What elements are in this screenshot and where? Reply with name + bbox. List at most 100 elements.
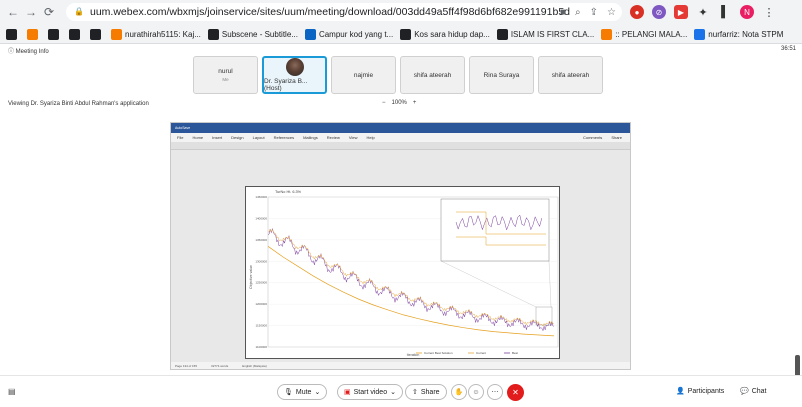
menu-icon[interactable]: ⋮ bbox=[762, 5, 776, 19]
back-icon[interactable]: ← bbox=[4, 3, 22, 21]
participant-tile[interactable]: najmie bbox=[331, 56, 396, 94]
chevron-down-icon[interactable]: ⌄ bbox=[314, 388, 320, 396]
chat-icon: 💬 bbox=[740, 388, 749, 395]
bookmark-favicon-icon bbox=[69, 28, 80, 40]
bookmark-label: :: PELANGI MALA... bbox=[615, 29, 688, 39]
y-tick-label: 1400000 bbox=[255, 216, 267, 220]
word-menu-item[interactable]: Mailings bbox=[303, 135, 318, 140]
share-screen-icon: ⇧ bbox=[412, 389, 418, 396]
search-icon[interactable]: ⌕ bbox=[575, 7, 581, 18]
line-chart: 1450000 1400000 1350000 1300000 1250000 12000… bbox=[249, 195, 559, 357]
participant-tile[interactable]: nurul Me bbox=[193, 56, 258, 94]
meeting-timer: 36:51 bbox=[780, 46, 796, 52]
zoom-out-button[interactable]: − bbox=[382, 100, 386, 106]
word-menu-item[interactable]: References bbox=[274, 135, 294, 140]
participant-tile[interactable]: shifa ateerah bbox=[538, 56, 603, 94]
share-button[interactable]: ⇧ Share bbox=[405, 384, 447, 400]
end-call-button[interactable]: ✕ bbox=[507, 384, 524, 401]
x-axis-label: Iteration bbox=[407, 353, 420, 357]
word-menu-item[interactable]: View bbox=[349, 135, 358, 140]
bookmark-item[interactable] bbox=[48, 28, 62, 40]
purple-extension-icon[interactable]: ⊘ bbox=[652, 5, 666, 19]
word-menu-item[interactable]: Review bbox=[327, 135, 340, 140]
participant-tile[interactable]: Dr. Syariza B... (Host) bbox=[262, 56, 327, 94]
reactions-icon[interactable]: ☺ bbox=[468, 384, 484, 400]
bookmark-item[interactable] bbox=[27, 28, 41, 40]
profile-avatar[interactable]: N bbox=[740, 5, 754, 19]
youtube-extension-icon[interactable]: ▶ bbox=[674, 5, 688, 19]
share-label: Share bbox=[420, 388, 440, 396]
bookmark-item[interactable]: nurathirah5115: Kaj... bbox=[111, 28, 201, 40]
bookmark-label: ISLAM IS FIRST CLA... bbox=[510, 29, 595, 39]
bookmark-item[interactable] bbox=[69, 28, 83, 40]
y-axis-label: Objective value bbox=[249, 265, 253, 289]
word-menu-item[interactable]: Help bbox=[366, 135, 374, 140]
word-menu-item[interactable]: File bbox=[177, 135, 183, 140]
mute-button[interactable]: 🎙 Mute ⌄ bbox=[277, 384, 328, 400]
bookmark-item[interactable]: ISLAM IS FIRST CLA... bbox=[496, 28, 595, 40]
bookmark-item[interactable]: :: PELANGI MALA... bbox=[601, 28, 688, 40]
bookmark-item[interactable]: Campur kod yang t... bbox=[304, 28, 394, 40]
meeting-header: ⓘ Meeting Info 36:51 bbox=[0, 44, 802, 56]
zoom-level: 100% bbox=[391, 100, 407, 106]
participant-tile[interactable]: Rina Suraya bbox=[469, 56, 534, 94]
word-menu-item[interactable]: Home bbox=[192, 135, 203, 140]
legend-label: Current Best Solution bbox=[424, 351, 453, 355]
bookmark-label: Campur kod yang t... bbox=[318, 29, 394, 39]
bookmark-favicon-icon bbox=[48, 28, 59, 40]
status-lang: English (Malaysia) bbox=[242, 363, 267, 368]
reload-icon[interactable]: ⟳ bbox=[40, 3, 58, 21]
meeting-controls: ▤ 🎙 Mute ⌄ ▣ Start video ⌄ ⇧ Share ✋ ☺ ⋯… bbox=[0, 375, 802, 407]
word-autosave: AutoSave bbox=[175, 126, 191, 130]
word-comments-button[interactable]: Comments bbox=[583, 135, 602, 140]
bookmark-label: Kos sara hidup dap... bbox=[414, 29, 490, 39]
word-menu-item[interactable]: Layout bbox=[253, 135, 265, 140]
word-share-button[interactable]: Share bbox=[611, 135, 622, 140]
zoom-in-button[interactable]: + bbox=[413, 100, 417, 106]
y-tick-label: 1450000 bbox=[255, 195, 267, 199]
bookmark-item[interactable]: Subscene - Subtitle... bbox=[207, 28, 298, 40]
bookmark-item[interactable] bbox=[90, 28, 104, 40]
sidebar-icon[interactable]: ▌ bbox=[718, 5, 732, 19]
participant-name: najmie bbox=[353, 71, 374, 79]
start-video-button[interactable]: ▣ Start video ⌄ bbox=[337, 384, 403, 400]
omnibox-actions: ■ ⌕ ⇪ ☆ bbox=[560, 3, 622, 21]
word-titlebar: AutoSave bbox=[171, 123, 630, 133]
puzzle-icon[interactable]: ✦ bbox=[696, 5, 710, 19]
chevron-down-icon[interactable]: ⌄ bbox=[390, 388, 396, 396]
red-extension-icon[interactable]: ● bbox=[630, 5, 644, 19]
more-options-icon[interactable]: ⋯ bbox=[487, 384, 503, 400]
participants-button[interactable]: 👤 Participants bbox=[676, 387, 724, 396]
scrollbar-thumb[interactable] bbox=[795, 355, 800, 377]
participant-name: shifa ateerah bbox=[551, 71, 590, 79]
bookmark-favicon-icon bbox=[496, 28, 508, 40]
camera-icon[interactable]: ■ bbox=[560, 7, 566, 18]
participant-name: nurul bbox=[218, 68, 233, 75]
bookmark-favicon-icon bbox=[111, 28, 122, 40]
video-icon: ▣ bbox=[344, 389, 351, 396]
bookmark-item[interactable]: nurfarriz: Nota STPM bbox=[694, 28, 784, 40]
url-bar[interactable]: 🔒 uum.webex.com/wbxmjs/joinservice/sites… bbox=[66, 3, 622, 21]
chat-button[interactable]: 💬 Chat bbox=[740, 387, 767, 396]
word-menu-item[interactable]: Insert bbox=[212, 135, 222, 140]
bookmark-label: nurfarriz: Nota STPM bbox=[708, 29, 784, 39]
share-icon[interactable]: ⇪ bbox=[590, 7, 598, 18]
bookmark-item[interactable] bbox=[6, 28, 20, 40]
bookmark-label: nurathirah5115: Kaj... bbox=[125, 29, 201, 39]
word-menu-item[interactable]: Design bbox=[231, 135, 243, 140]
forward-icon[interactable]: → bbox=[22, 3, 40, 21]
participant-tile[interactable]: shifa ateerah bbox=[400, 56, 465, 94]
legend-label: Current bbox=[476, 351, 486, 355]
meeting-info-button[interactable]: ⓘ Meeting Info bbox=[8, 46, 49, 55]
zoom-control: − 100% + bbox=[382, 100, 416, 106]
captions-icon[interactable]: ▤ bbox=[8, 387, 16, 396]
bookmark-favicon-icon bbox=[601, 28, 613, 40]
star-icon[interactable]: ☆ bbox=[607, 7, 616, 18]
bookmark-item[interactable]: Kos sara hidup dap... bbox=[400, 28, 490, 40]
y-tick-label: 1350000 bbox=[255, 238, 267, 242]
chart-container: TurNo Ht. 6.3% 1450000 1400000 1350000 1300… bbox=[245, 186, 560, 359]
raise-hand-icon[interactable]: ✋ bbox=[451, 384, 467, 400]
shared-screen[interactable]: AutoSave File Home Insert Design Layout Refer… bbox=[170, 122, 631, 370]
bookmark-favicon-icon bbox=[6, 28, 17, 40]
address-row: ← → ⟳ 🔒 uum.webex.com/wbxmjs/joinservice… bbox=[0, 0, 802, 24]
